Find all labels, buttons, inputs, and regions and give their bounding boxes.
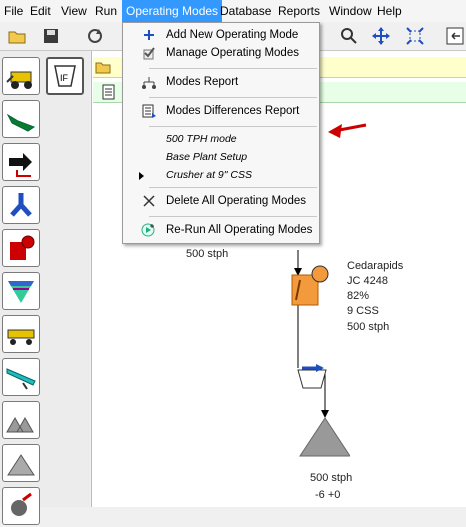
jaw-crusher-icon[interactable]	[2, 229, 40, 267]
stockpile-offset: -6 +0	[315, 489, 341, 501]
screen-deck-icon[interactable]	[2, 272, 40, 310]
crusher-name: Cedarapids	[347, 260, 404, 272]
menu-item-mode-crusher-9-css[interactable]: Crusher at 9" CSS	[123, 164, 319, 186]
splitter-arrow-icon[interactable]	[2, 143, 40, 181]
report-icon	[142, 77, 156, 89]
svg-text:IF: IF	[60, 73, 69, 83]
menu-item-manage-operating-modes[interactable]: Manage Operating Modes	[123, 42, 319, 64]
fit-to-screen-icon[interactable]	[404, 25, 426, 47]
equipment-palette: IF	[0, 51, 90, 525]
stockpile-rate: 500 stph	[310, 472, 353, 484]
menu-separator	[149, 97, 317, 98]
stockpile-icon[interactable]	[2, 444, 40, 482]
exit-icon[interactable]	[444, 25, 466, 47]
stockpile-multi-icon[interactable]	[2, 401, 40, 439]
crusher-flywheel	[311, 265, 329, 283]
flow-diagram	[291, 250, 350, 457]
crusher-model: JC 4248	[347, 275, 388, 287]
crusher-percent: 82%	[347, 290, 370, 302]
menu-item-modes-differences-report[interactable]: Modes Differences Report	[123, 100, 319, 122]
feeder-bin-icon[interactable]: IF	[46, 57, 84, 95]
rerun-icon	[141, 223, 155, 237]
stacker-icon[interactable]	[2, 358, 40, 396]
flow-arrow-out	[321, 410, 329, 418]
pan-icon[interactable]	[370, 25, 392, 47]
menu-separator	[149, 187, 317, 188]
menu-database[interactable]: Database	[216, 0, 275, 22]
washer-icon[interactable]	[2, 487, 40, 525]
differences-report-icon	[142, 104, 156, 118]
menu-bar: File Edit View Run Operating Modes Datab…	[0, 0, 466, 23]
menu-edit[interactable]: Edit	[26, 0, 55, 22]
menu-window[interactable]: Window	[325, 0, 376, 22]
menu-file[interactable]: File	[0, 0, 27, 22]
menu-reports[interactable]: Reports	[274, 0, 324, 22]
check-icon	[143, 47, 155, 60]
annotation-arrow-icon	[328, 123, 367, 138]
menu-item-rerun-all-operating-modes[interactable]: Re-Run All Operating Modes	[123, 219, 319, 241]
menu-help[interactable]: Help	[373, 0, 406, 22]
refresh-icon[interactable]	[84, 25, 106, 47]
stockpile-shape	[299, 417, 350, 457]
menu-separator	[149, 68, 317, 69]
notepad-icon	[102, 84, 115, 100]
crusher-css: 9 CSS	[347, 305, 379, 317]
portable-plant-icon[interactable]	[2, 315, 40, 353]
zoom-icon[interactable]	[338, 25, 360, 47]
save-icon[interactable]	[40, 25, 62, 47]
active-mode-arrow-icon	[139, 172, 144, 180]
menu-run[interactable]: Run	[91, 0, 121, 22]
operating-modes-dropdown: Add New Operating Mode Manage Operating …	[122, 22, 320, 244]
menu-separator	[149, 216, 317, 217]
flow-split-icon[interactable]	[2, 186, 40, 224]
open-folder-icon[interactable]	[6, 25, 28, 47]
menu-separator	[149, 126, 317, 127]
delete-x-icon	[143, 195, 155, 207]
flow-rate-label-top: 500 stph	[186, 248, 229, 260]
menu-view[interactable]: View	[57, 0, 91, 22]
menu-item-delete-all-operating-modes[interactable]: Delete All Operating Modes	[123, 190, 319, 212]
loader-icon[interactable]	[2, 57, 40, 95]
menu-item-modes-report[interactable]: Modes Report	[123, 71, 319, 93]
menu-operating-modes[interactable]: Operating Modes	[122, 0, 223, 22]
crusher-rate: 500 stph	[347, 321, 390, 333]
folder-icon	[95, 62, 111, 74]
conveyor-icon[interactable]	[2, 100, 40, 138]
plus-icon	[144, 30, 154, 40]
feeder-bin-shape	[297, 369, 327, 389]
